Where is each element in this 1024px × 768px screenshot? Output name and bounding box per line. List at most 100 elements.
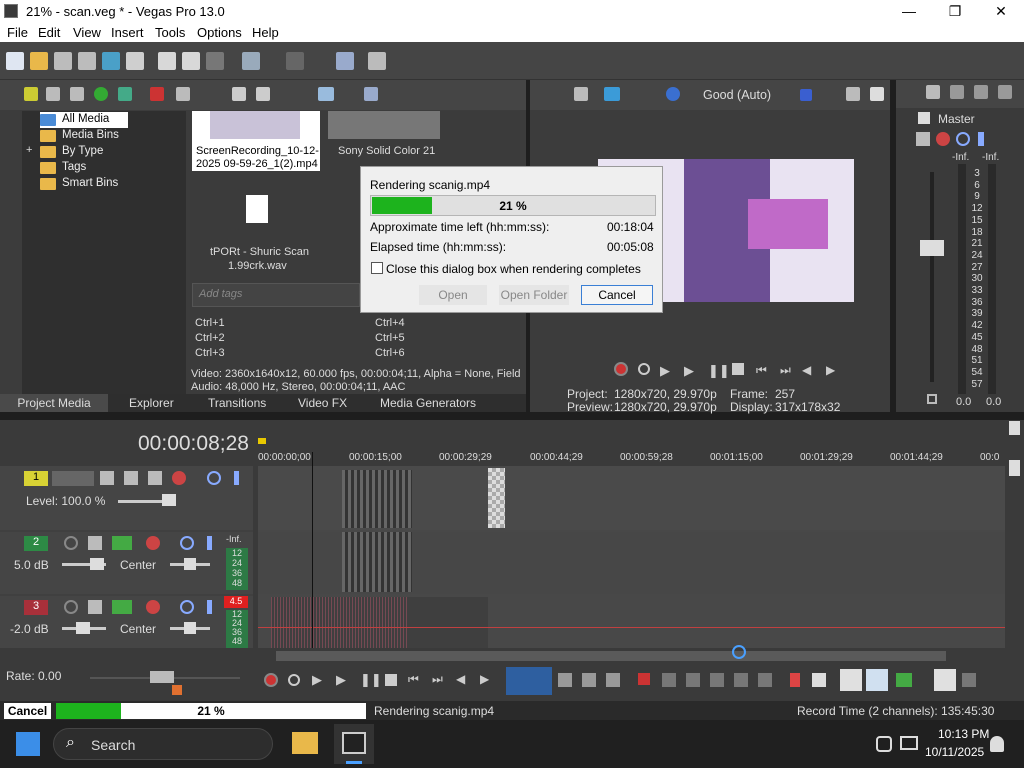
track-header-audio-2[interactable]: 2 5.0 dB Center -Inf. 12 24 36 48	[0, 532, 253, 594]
play-preview-icon[interactable]	[232, 87, 246, 101]
clock-time[interactable]: 10:13 PM	[938, 727, 989, 741]
ignore-grouping-icon[interactable]	[934, 669, 956, 691]
selection-tool-icon[interactable]	[582, 673, 596, 687]
insert-marker-icon[interactable]	[790, 673, 800, 687]
level-slider[interactable]	[118, 500, 168, 503]
delete-icon[interactable]	[638, 673, 650, 685]
split-icon[interactable]	[734, 673, 748, 687]
insert-region-icon[interactable]	[812, 673, 826, 687]
scroll-thumb[interactable]	[1009, 460, 1020, 476]
loop-region-marker[interactable]	[258, 438, 266, 444]
play-icon[interactable]: ▶	[336, 672, 346, 688]
playhead-cursor[interactable]	[312, 452, 313, 648]
close-when-complete-checkbox[interactable]	[371, 262, 383, 274]
audio-event-waveform[interactable]	[271, 597, 488, 648]
save-snapshot-icon[interactable]	[870, 87, 884, 101]
track-fx-gear-icon[interactable]	[146, 536, 160, 550]
properties-icon[interactable]	[126, 52, 144, 70]
undo-icon[interactable]	[242, 52, 260, 70]
clock-date[interactable]: 10/11/2025	[925, 745, 984, 759]
master-mute-icon[interactable]	[956, 132, 970, 146]
paste-icon[interactable]	[206, 52, 224, 70]
master-fx-icon[interactable]	[916, 132, 930, 146]
volume-slider-handle[interactable]	[76, 622, 90, 634]
media-item-solid-color-thumb[interactable]	[328, 111, 440, 139]
trim-start-icon[interactable]	[686, 673, 700, 687]
trim-end-icon[interactable]	[710, 673, 724, 687]
track-fx-icon[interactable]	[112, 600, 132, 614]
open-folder-button[interactable]: Open Folder	[499, 285, 569, 305]
compositing-icon[interactable]	[124, 471, 138, 485]
preview-properties-icon[interactable]	[574, 87, 588, 101]
invert-phase-icon[interactable]	[88, 600, 102, 614]
volume-envelope[interactable]	[258, 627, 1005, 628]
envelope-tool-icon[interactable]	[558, 673, 572, 687]
minimize-button[interactable]: —	[886, 0, 932, 22]
pin-icon[interactable]	[1009, 421, 1020, 435]
go-to-start-icon[interactable]: ⏮	[756, 363, 767, 378]
views-icon[interactable]	[318, 87, 334, 101]
vertical-scrollbar[interactable]	[1005, 420, 1024, 650]
arm-record-icon[interactable]	[64, 536, 78, 550]
open-icon[interactable]	[30, 52, 48, 70]
cancel-status-button[interactable]: Cancel	[4, 703, 51, 719]
help-icon[interactable]	[368, 52, 386, 70]
arm-record-icon[interactable]	[64, 600, 78, 614]
normal-edit-tool[interactable]	[506, 667, 552, 695]
trim-icon[interactable]	[662, 673, 676, 687]
pause-icon[interactable]: ❚❚	[360, 672, 382, 688]
track-fx-gear-icon[interactable]	[146, 600, 160, 614]
prev-frame-icon[interactable]: ◀	[802, 363, 811, 377]
preview-quality-select[interactable]: Good (Auto)	[703, 88, 771, 102]
mixer-icon[interactable]	[998, 85, 1012, 99]
copy-snapshot-icon[interactable]	[846, 87, 860, 101]
track-header-video[interactable]: 1 Level: 100.0 %	[0, 466, 253, 530]
snap-icon[interactable]	[336, 52, 354, 70]
next-frame-icon[interactable]: ▶	[826, 363, 835, 377]
cut-icon[interactable]	[158, 52, 176, 70]
zoom-tool-icon[interactable]	[606, 673, 620, 687]
go-to-end-icon[interactable]: ⏭	[780, 363, 791, 378]
loop-icon[interactable]	[288, 674, 300, 686]
search-media-icon[interactable]	[118, 87, 132, 101]
media-item-screenrecording[interactable]: ScreenRecording_10-12- 2025 09-59-26_1(2…	[192, 111, 320, 171]
go-to-end-icon[interactable]: ⏭	[432, 672, 443, 687]
mute-icon[interactable]	[180, 600, 194, 614]
horizontal-scrollbar[interactable]	[258, 645, 1024, 663]
pause-icon[interactable]: ❚❚	[708, 363, 730, 379]
master-fx-bypass-icon[interactable]	[936, 132, 950, 146]
notification-bell-icon[interactable]	[990, 736, 1004, 752]
track-fx-icon[interactable]	[112, 536, 132, 550]
taskbar-search[interactable]: ⌕ Search	[53, 728, 273, 760]
menu-options[interactable]: Options	[197, 25, 242, 40]
windows-start-icon[interactable]	[16, 732, 40, 756]
level-slider-handle[interactable]	[162, 494, 176, 506]
lock-icon[interactable]	[927, 394, 937, 404]
lock-envelopes-icon[interactable]	[962, 673, 976, 687]
dim-icon[interactable]	[974, 85, 988, 99]
go-to-start-icon[interactable]: ⏮	[408, 672, 419, 687]
menu-view[interactable]: View	[73, 25, 101, 40]
menu-insert[interactable]: Insert	[111, 25, 144, 40]
auto-crossfade-icon[interactable]	[896, 673, 912, 687]
menu-help[interactable]: Help	[252, 25, 279, 40]
tab-explorer[interactable]: Explorer	[129, 396, 174, 410]
preview-fx-icon[interactable]	[666, 87, 680, 101]
downmix-icon[interactable]	[950, 85, 964, 99]
track-fx-icon[interactable]	[148, 471, 162, 485]
scroll-zoom-handle[interactable]	[732, 645, 746, 659]
next-frame-icon[interactable]: ▶	[480, 672, 489, 686]
file-explorer-icon[interactable]	[292, 732, 318, 754]
mute-icon[interactable]	[207, 471, 221, 485]
menu-tools[interactable]: Tools	[155, 25, 185, 40]
menu-file[interactable]: File	[7, 25, 28, 40]
zoom-search-icon[interactable]	[364, 87, 378, 101]
open-button[interactable]: Open	[419, 285, 487, 305]
maximize-button[interactable]: ❐	[932, 0, 978, 22]
get-media-icon[interactable]	[70, 87, 84, 101]
redo-icon[interactable]	[286, 52, 304, 70]
solid-color-event[interactable]	[488, 468, 505, 528]
tags-input[interactable]: Add tags	[192, 283, 360, 307]
play-from-start-icon[interactable]: ▶	[312, 672, 322, 688]
network-icon[interactable]	[876, 736, 892, 752]
